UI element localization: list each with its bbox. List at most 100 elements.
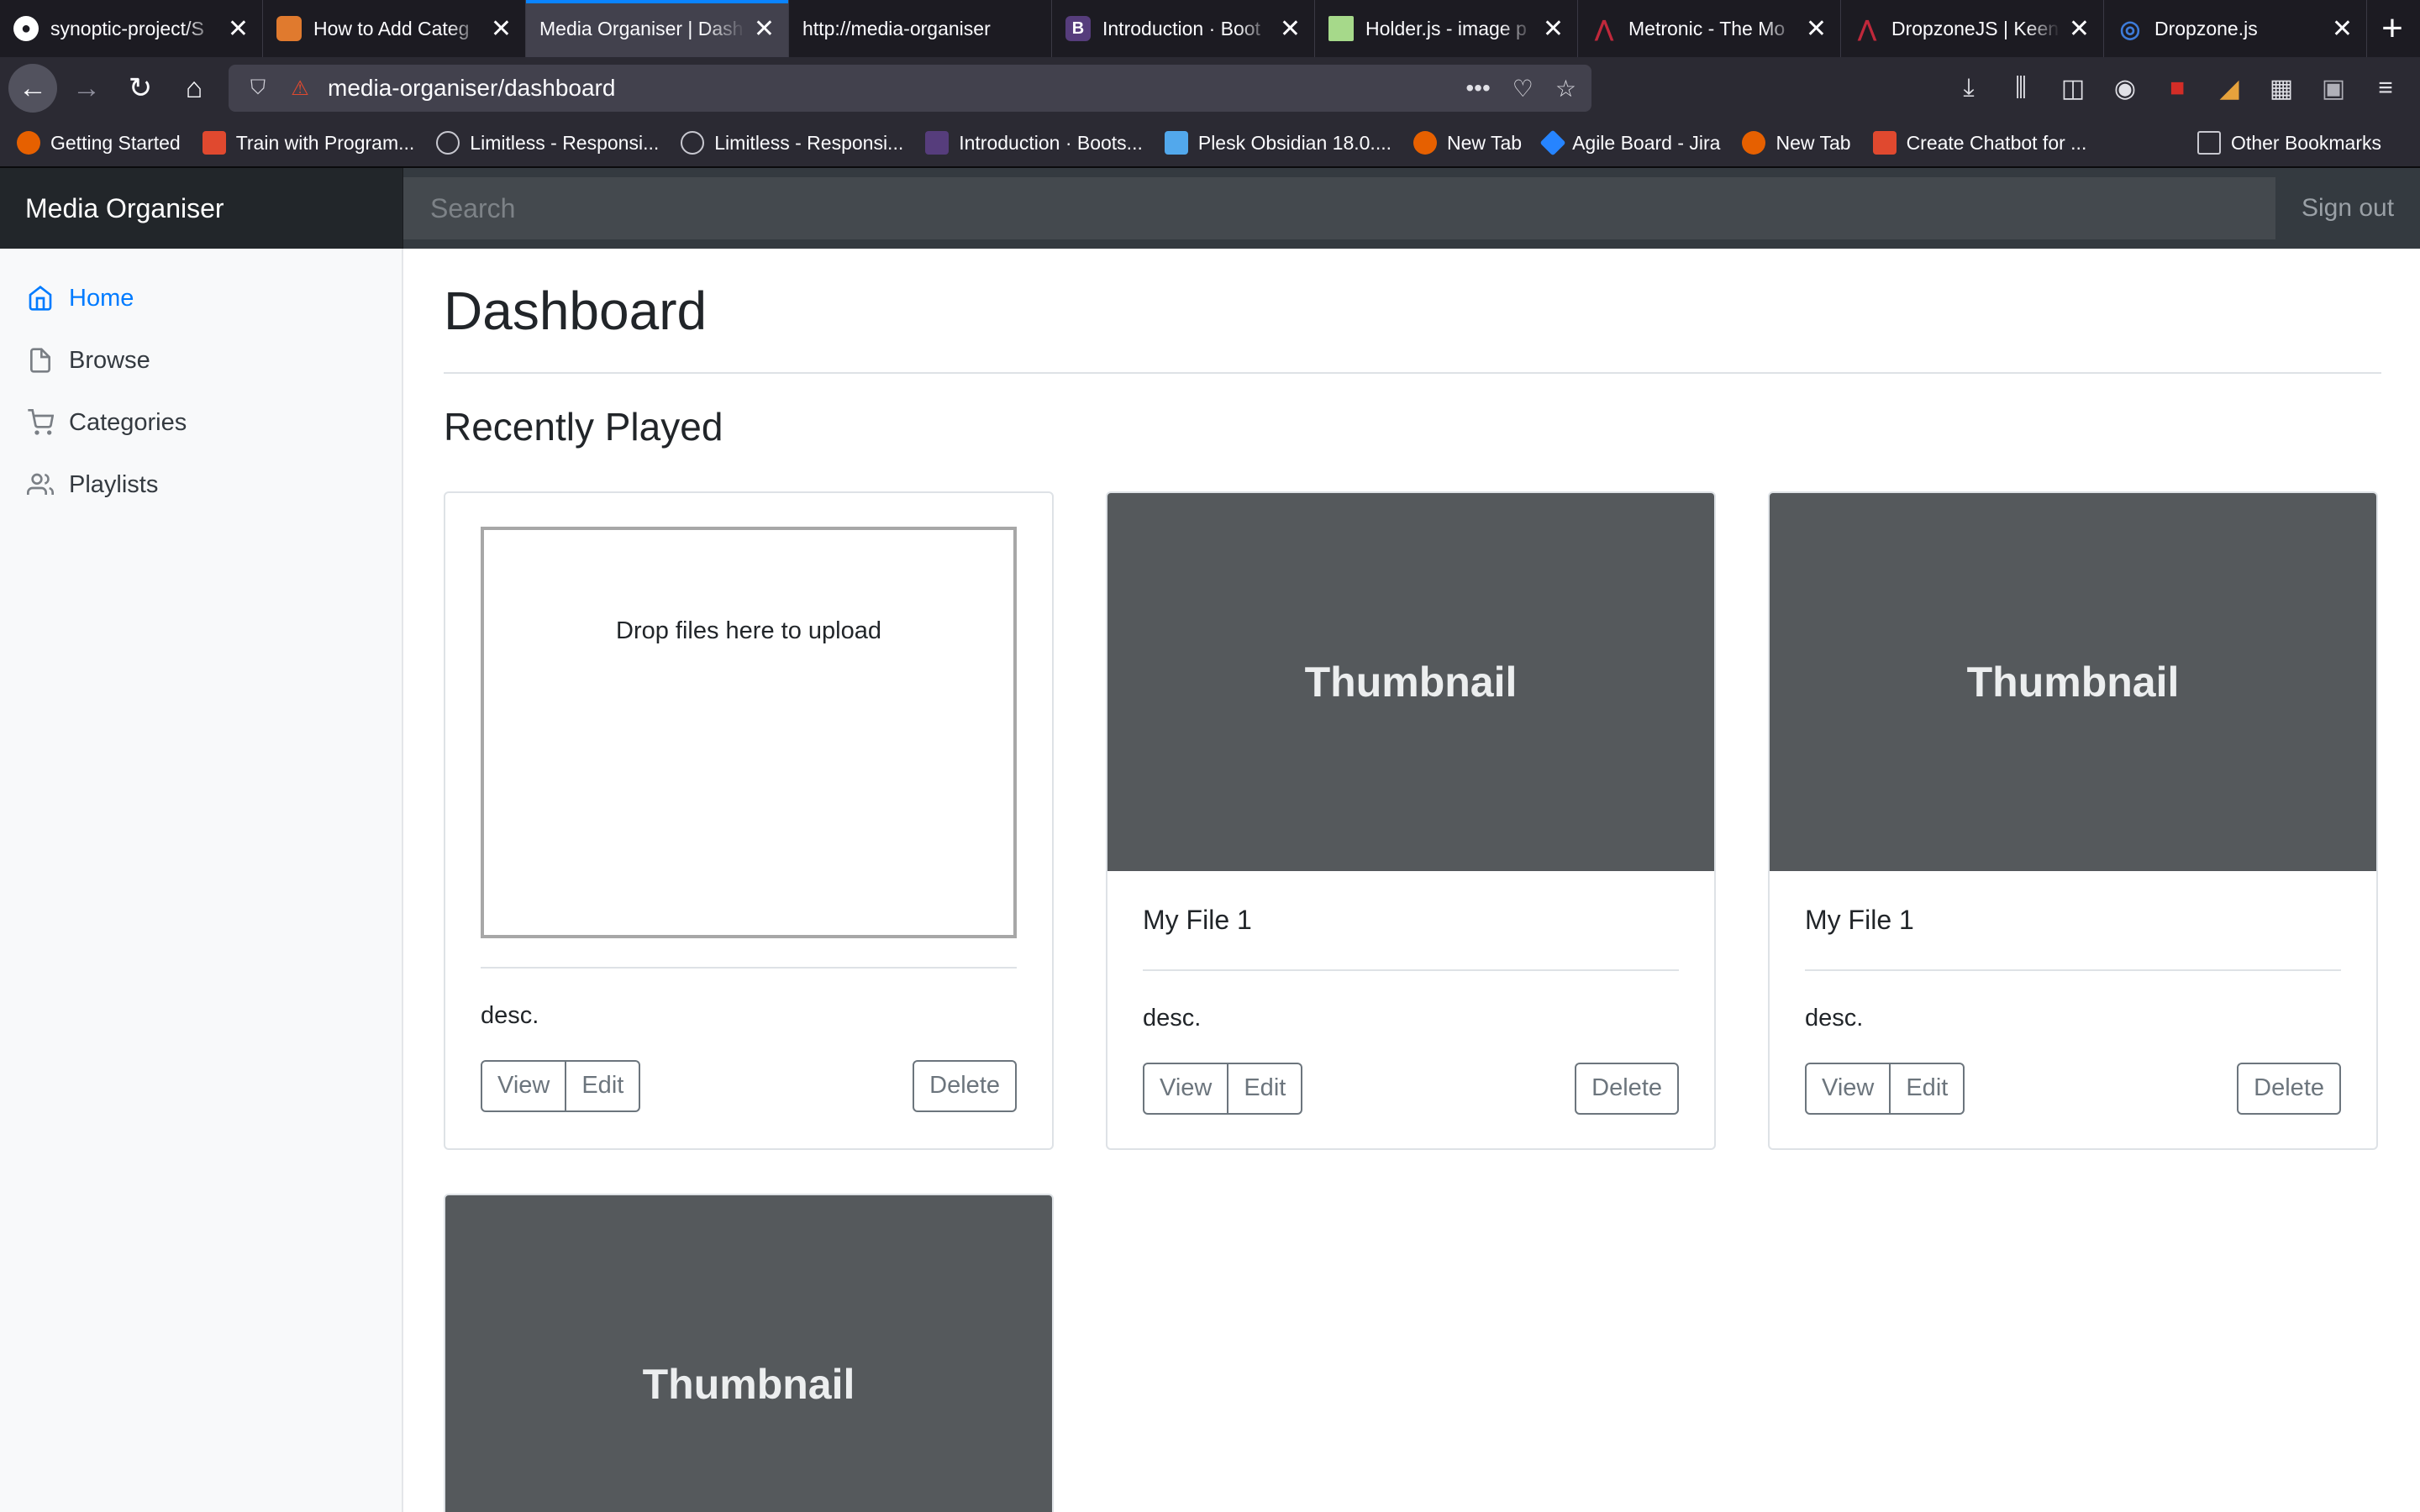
bookmark-item[interactable]: Train with Program... (202, 131, 415, 155)
app-header: Media Organiser Sign out (0, 168, 2420, 249)
firefox-icon (1742, 131, 1766, 155)
sidebar-toggle-icon[interactable]: ◫ (2047, 74, 2099, 103)
page-actions-icon[interactable]: ••• (1465, 75, 1490, 102)
bookmark-label: Train with Program... (235, 131, 415, 154)
insecure-lock-icon[interactable]: ⚠ (286, 76, 314, 101)
edit-button[interactable]: Edit (1891, 1062, 1965, 1115)
github-icon: ● (13, 16, 39, 41)
bookmark-label: New Tab (1446, 131, 1523, 154)
close-tab-icon[interactable]: ✕ (1806, 14, 1827, 44)
extension-icon[interactable]: ◢ (2203, 74, 2255, 103)
globe-icon (436, 131, 460, 155)
bookmark-item[interactable]: Agile Board - Jira (1539, 129, 1721, 156)
sidebar-item-categories[interactable]: Categories (0, 391, 402, 454)
bookmark-label: Create Chatbot for ... (1906, 131, 2087, 154)
delete-button[interactable]: Delete (1575, 1062, 1679, 1115)
delete-button[interactable]: Delete (2237, 1062, 2341, 1115)
close-tab-icon[interactable]: ✕ (2069, 14, 2090, 44)
shield-icon[interactable]: ⛉ (244, 76, 272, 100)
thumbnail[interactable]: Thumbnail (1770, 492, 2376, 871)
bookmark-item[interactable]: Getting Started (17, 131, 181, 155)
close-tab-icon[interactable]: ✕ (228, 14, 249, 44)
users-icon (27, 473, 54, 495)
sidebar-item-browse[interactable]: Browse (0, 329, 402, 391)
browser-tab[interactable]: ⋀ Metronic - The Mo ✕ (1578, 0, 1841, 57)
menu-icon[interactable]: ≡ (2360, 74, 2412, 102)
browser-tab[interactable]: B Introduction · Boot ✕ (1052, 0, 1315, 57)
dropzone[interactable]: Drop files here to upload (481, 526, 1017, 938)
browser-tab[interactable]: ● synoptic-project/S ✕ (0, 0, 263, 57)
bootstrap-icon: B (1065, 16, 1091, 41)
bookmark-item[interactable]: Create Chatbot for ... (1872, 131, 2087, 155)
bookmark-label: Introduction · Boots... (959, 131, 1143, 154)
card-title: My File 1 (1143, 905, 1679, 971)
sign-out-link[interactable]: Sign out (2275, 194, 2420, 223)
edit-button[interactable]: Edit (1228, 1062, 1303, 1115)
media-card: Thumbnail My File 1 desc. View Edit Dele… (1768, 491, 2378, 1150)
bookmark-item[interactable]: Limitless - Responsi... (681, 131, 903, 155)
bookmark-item[interactable]: Plesk Obsidian 18.0.... (1164, 131, 1392, 155)
button-group: View Edit (481, 1059, 641, 1112)
other-bookmarks[interactable]: Other Bookmarks (2197, 131, 2381, 155)
home-icon[interactable]: ⌂ (170, 64, 218, 113)
library-icon[interactable]: ⫼ (1995, 74, 2047, 102)
lastpass-icon[interactable]: ■ (2151, 74, 2203, 102)
extension-icon[interactable]: ▦ (2255, 74, 2307, 103)
bookmark-label: Agile Board - Jira (1572, 131, 1721, 154)
home-icon (29, 285, 52, 311)
bookmark-star-icon[interactable]: ☆ (1555, 75, 1576, 102)
card-description: desc. (1143, 1004, 1202, 1032)
card-description: desc. (481, 1001, 539, 1029)
url-text[interactable]: media-organiser/dashboard (328, 75, 1444, 102)
holder-icon (1328, 16, 1354, 41)
edit-button[interactable]: Edit (566, 1059, 641, 1112)
close-tab-icon[interactable]: ✕ (2332, 14, 2353, 44)
bookmark-label: Plesk Obsidian 18.0.... (1197, 131, 1392, 154)
treehouse-icon (202, 131, 226, 155)
extension-icon[interactable]: ▣ (2307, 74, 2360, 103)
main-content: Dashboard Recently Played Drop files her… (403, 249, 2420, 1512)
forward-arrow-icon[interactable]: → (62, 64, 111, 113)
close-tab-icon[interactable]: ✕ (1280, 14, 1301, 44)
view-button[interactable]: View (1143, 1062, 1229, 1115)
downloads-icon[interactable]: ⤓ (1943, 74, 1995, 102)
sidebar-item-home[interactable]: Home (0, 267, 402, 329)
browser-tab[interactable]: ⋀ DropzoneJS | Keen ✕ (1841, 0, 2104, 57)
brand-link[interactable]: Media Organiser (0, 168, 403, 249)
close-tab-icon[interactable]: ✕ (1543, 14, 1564, 44)
account-icon[interactable]: ◉ (2099, 74, 2151, 103)
bootstrap-icon (925, 131, 950, 155)
view-button[interactable]: View (1805, 1062, 1891, 1115)
dropzone-message: Drop files here to upload (616, 617, 881, 644)
back-arrow-icon[interactable]: ← (8, 64, 57, 113)
reload-icon[interactable]: ↻ (116, 64, 165, 113)
bookmark-item[interactable]: New Tab (1413, 131, 1522, 155)
tab-title: DropzoneJS | Keen (1891, 17, 2060, 39)
bookmark-item[interactable]: New Tab (1742, 131, 1851, 155)
browser-tab-bar: ● synoptic-project/S ✕ How to Add Categ … (0, 0, 2420, 57)
bookmark-item[interactable]: Limitless - Responsi... (436, 131, 659, 155)
thumbnail[interactable]: Thumbnail (445, 1194, 1052, 1512)
search-input[interactable] (403, 177, 2275, 239)
upload-card: Drop files here to upload desc. View Edi… (444, 491, 1054, 1150)
pocket-icon[interactable]: ♡ (1512, 75, 1534, 102)
browser-tab[interactable]: ◎ Dropzone.js ✕ (2104, 0, 2367, 57)
browser-tab[interactable]: Holder.js - image p ✕ (1315, 0, 1578, 57)
sidebar-item-playlists[interactable]: Playlists (0, 454, 402, 516)
new-tab-icon[interactable]: + (2367, 0, 2417, 57)
bookmark-item[interactable]: Introduction · Boots... (925, 131, 1143, 155)
url-bar[interactable]: ⛉ ⚠ media-organiser/dashboard ••• ♡ ☆ (229, 65, 1591, 112)
firefox-icon (17, 131, 40, 155)
close-tab-icon[interactable]: ✕ (491, 14, 512, 44)
close-tab-icon[interactable]: ✕ (754, 14, 775, 44)
delete-button[interactable]: Delete (913, 1059, 1017, 1112)
thumbnail[interactable]: Thumbnail (1107, 492, 1714, 871)
bookmark-label: Limitless - Responsi... (714, 131, 904, 154)
view-button[interactable]: View (481, 1059, 567, 1112)
sidebar-item-label: Browse (69, 346, 150, 374)
browser-tab[interactable]: How to Add Categ ✕ (263, 0, 526, 57)
page-title: Dashboard (444, 249, 2381, 374)
tab-title: Dropzone.js (2154, 17, 2258, 39)
browser-tab[interactable]: http://media-organiser (789, 0, 1052, 57)
browser-tab-active[interactable]: Media Organiser | Dash ✕ (526, 0, 789, 57)
